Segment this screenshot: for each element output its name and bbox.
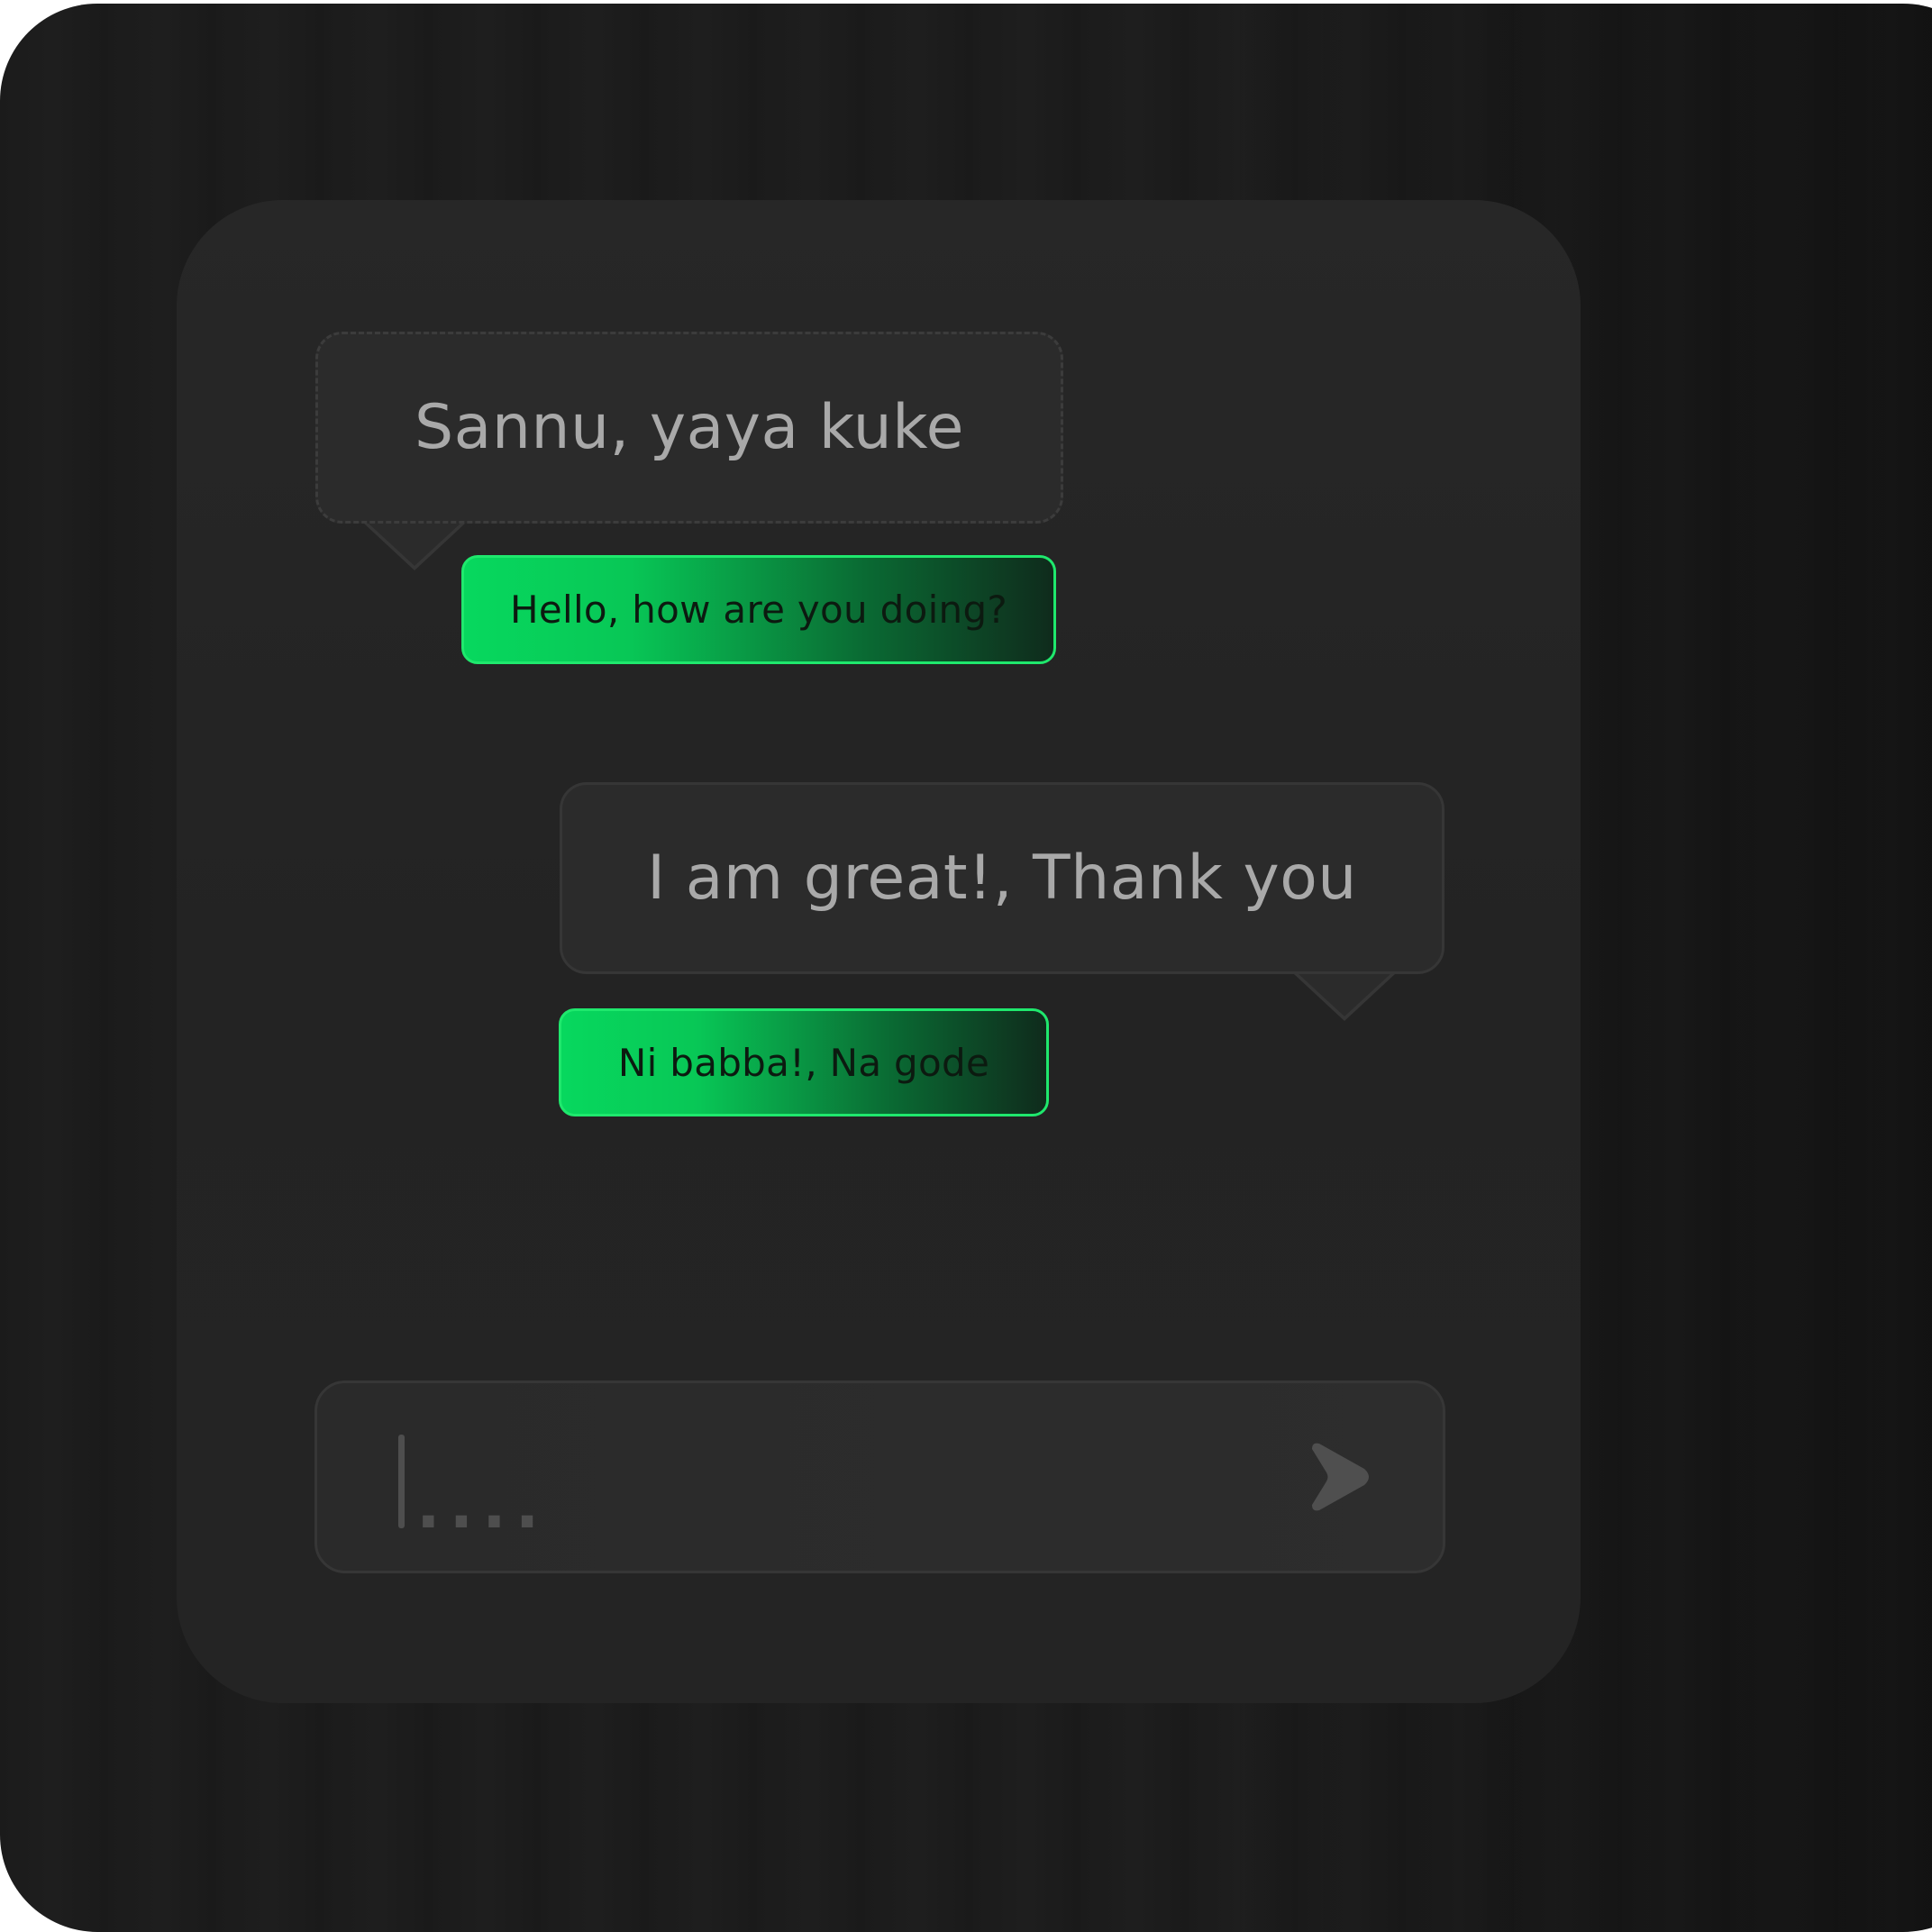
send-arrow-icon xyxy=(1312,1443,1369,1511)
message-bubble-original: Sannu, yaya kuke xyxy=(315,332,1063,524)
text-caret xyxy=(398,1435,405,1528)
translation-text: Ni babba!, Na gode xyxy=(617,1040,990,1085)
bubble-tail xyxy=(1298,973,1391,1016)
message-bubble-reply: I am great!, Thank you xyxy=(560,782,1444,974)
translation-badge: Ni babba!, Na gode xyxy=(559,1008,1049,1116)
send-button[interactable] xyxy=(1305,1436,1377,1517)
bubble-tail xyxy=(368,523,461,566)
message-text: I am great!, Thank you xyxy=(647,843,1357,914)
translation-badge: Hello, how are you doing? xyxy=(461,555,1056,664)
translation-text: Hello, how are you doing? xyxy=(509,588,1008,632)
message-text: Sannu, yaya kuke xyxy=(415,392,964,463)
message-input[interactable] xyxy=(416,1474,1227,1537)
